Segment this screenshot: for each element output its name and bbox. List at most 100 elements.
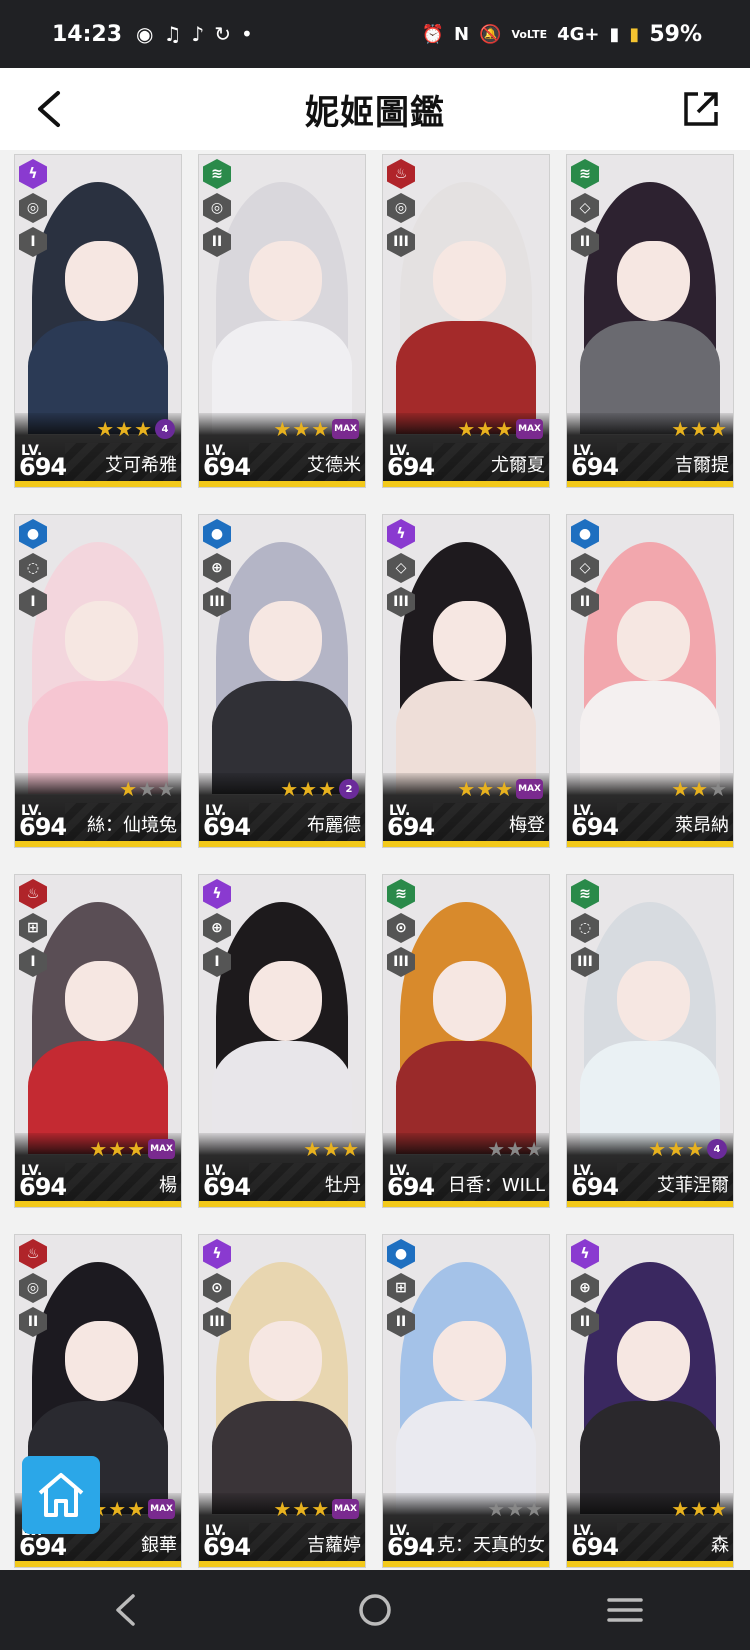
star-icon: ★ (671, 1497, 690, 1521)
character-name: 日香：WILL (447, 1175, 545, 1196)
star-rating: ★★★MAX (457, 779, 543, 799)
limit-break-badge: MAX (332, 1499, 359, 1519)
star-icon: ★ (299, 777, 318, 801)
star-icon: ★ (457, 777, 476, 801)
character-card[interactable]: ♨ ⊞ I ★ ★ ★ MAX LV. 694 楊 (14, 874, 182, 1208)
limit-break-badge: MAX (148, 1139, 175, 1159)
star-icon: ★ (318, 777, 336, 801)
star-icon: ★ (495, 417, 514, 441)
star-icon: ★ (108, 1137, 127, 1161)
chevron-left-icon (38, 91, 60, 127)
status-time: 14:23 (52, 21, 123, 47)
star-rating: ★ ★ ★ (671, 1499, 727, 1519)
sync-icon: ↻ (214, 22, 231, 46)
character-name: 艾菲涅爾 (657, 1175, 729, 1196)
level-value: 694 (387, 813, 435, 841)
star-rating: ★ ★ ★ 4 (96, 419, 175, 439)
star-icon: ★ (476, 777, 495, 801)
tiktok-icon: ♪ (191, 22, 205, 46)
back-button[interactable] (24, 84, 74, 134)
nav-back-button[interactable] (85, 1580, 165, 1640)
star-rating: ★★★MAX (273, 419, 359, 439)
home-button[interactable] (22, 1456, 100, 1534)
star-rating: ★★★MAX (89, 1499, 175, 1519)
character-card[interactable]: ϟ ◎ I ★ ★ ★ 4 LV. 694 艾可希雅 (14, 154, 182, 488)
star-icon: ★ (667, 1137, 686, 1161)
dot-icon: • (240, 22, 253, 46)
card-accent-bar (567, 1561, 733, 1567)
level-value: 694 (387, 453, 435, 481)
character-card[interactable]: ≋ ◇ II ★ ★ ★ LV. 694 吉爾提 (566, 154, 734, 488)
volte-label: VoLTE (511, 27, 548, 41)
character-card[interactable]: ● ⊕ III ★ ★ ★ 2 LV. 694 布麗德 (198, 514, 366, 848)
character-card[interactable]: ♨ ◎ III ★ ★ ★ MAX LV. 694 尤爾夏 (382, 154, 550, 488)
character-name: 森 (711, 1535, 729, 1556)
limit-break-badge: 4 (155, 419, 175, 439)
character-name: 克：天真的女 (437, 1535, 545, 1556)
character-card[interactable]: ≋ ⊙ III ★ ★ ★ LV. 694 日香：WILL (382, 874, 550, 1208)
star-icon: ★ (495, 777, 514, 801)
card-accent-bar (199, 1561, 365, 1567)
card-accent-bar (199, 841, 365, 847)
star-rating: ★★★MAX (273, 1499, 359, 1519)
character-name: 萊昂納 (675, 815, 729, 836)
star-icon: ★ (690, 777, 709, 801)
star-icon: ★ (115, 417, 134, 441)
nav-home-button[interactable] (335, 1580, 415, 1640)
star-icon: ★ (273, 1497, 292, 1521)
character-grid: ϟ ◎ I ★ ★ ★ 4 LV. 694 艾可希雅 ≋ ◎ II ★ ★ ★ MAX LV. 694 艾德米 ♨ ◎ II… (14, 150, 736, 1570)
limit-break-badge: MAX (332, 419, 359, 439)
star-icon: ★ (487, 1497, 506, 1521)
nav-recents-icon (607, 1598, 643, 1622)
star-icon: ★ (108, 1497, 127, 1521)
mute-icon: 🔕 (479, 23, 502, 45)
character-card[interactable]: ● ◌ I ★ ★ ★ LV. 694 絲：仙境兔 (14, 514, 182, 848)
level-value: 694 (19, 1173, 67, 1201)
level-value: 694 (19, 813, 67, 841)
star-icon: ★ (127, 1137, 146, 1161)
limit-break-badge: MAX (516, 419, 543, 439)
star-icon: ★ (690, 1497, 709, 1521)
level-value: 694 (203, 1533, 251, 1561)
card-accent-bar (567, 481, 733, 487)
character-card[interactable]: ≋ ◎ II ★ ★ ★ MAX LV. 694 艾德米 (198, 154, 366, 488)
character-card[interactable]: ϟ ⊕ II ★ ★ ★ LV. 694 森 (566, 1234, 734, 1568)
character-card[interactable]: ≋ ◌ III ★ ★ ★ 4 LV. 694 艾菲涅爾 (566, 874, 734, 1208)
star-icon: ★ (134, 417, 152, 441)
character-name: 梅登 (509, 815, 545, 836)
level-value: 694 (387, 1533, 435, 1561)
star-icon: ★ (292, 417, 311, 441)
character-card[interactable]: ϟ ⊕ I ★ ★ ★ LV. 694 牡丹 (198, 874, 366, 1208)
character-card[interactable]: ϟ ◇ III ★ ★ ★ MAX LV. 694 梅登 (382, 514, 550, 848)
card-accent-bar (199, 1201, 365, 1207)
card-accent-bar (383, 481, 549, 487)
star-rating: ★ ★ ★ 2 (280, 779, 359, 799)
character-card[interactable]: ● ⊞ II ★ ★ ★ LV. 694 克：天真的女 (382, 1234, 550, 1568)
star-rating: ★ ★ ★ (119, 779, 175, 799)
page-title: 妮姬圖鑑 (305, 92, 445, 133)
share-button[interactable] (676, 84, 726, 134)
card-accent-bar (15, 1201, 181, 1207)
star-icon: ★ (341, 1137, 359, 1161)
limit-break-badge: MAX (148, 1499, 175, 1519)
star-icon: ★ (709, 1497, 727, 1521)
external-link-icon (684, 92, 718, 126)
card-accent-bar (15, 1561, 181, 1567)
nav-recents-button[interactable] (585, 1580, 665, 1640)
character-card[interactable]: ϟ ⊙ III ★ ★ ★ MAX LV. 694 吉蘿婷 (198, 1234, 366, 1568)
star-rating: ★ ★ ★ (671, 779, 727, 799)
nav-back-icon (116, 1594, 135, 1626)
character-name: 吉爾提 (675, 455, 729, 476)
system-nav-bar (0, 1570, 750, 1650)
star-icon: ★ (119, 777, 138, 801)
star-icon: ★ (686, 1137, 704, 1161)
star-rating: ★ ★ ★ (671, 419, 727, 439)
messenger-icon: ◉ (136, 22, 154, 46)
character-name: 吉蘿婷 (307, 1535, 361, 1556)
character-name: 艾德米 (307, 455, 361, 476)
star-icon: ★ (476, 417, 495, 441)
nav-home-icon (359, 1594, 391, 1626)
character-card[interactable]: ● ◇ II ★ ★ ★ LV. 694 萊昂納 (566, 514, 734, 848)
star-icon: ★ (648, 1137, 667, 1161)
star-rating: ★ ★ ★ (303, 1139, 359, 1159)
